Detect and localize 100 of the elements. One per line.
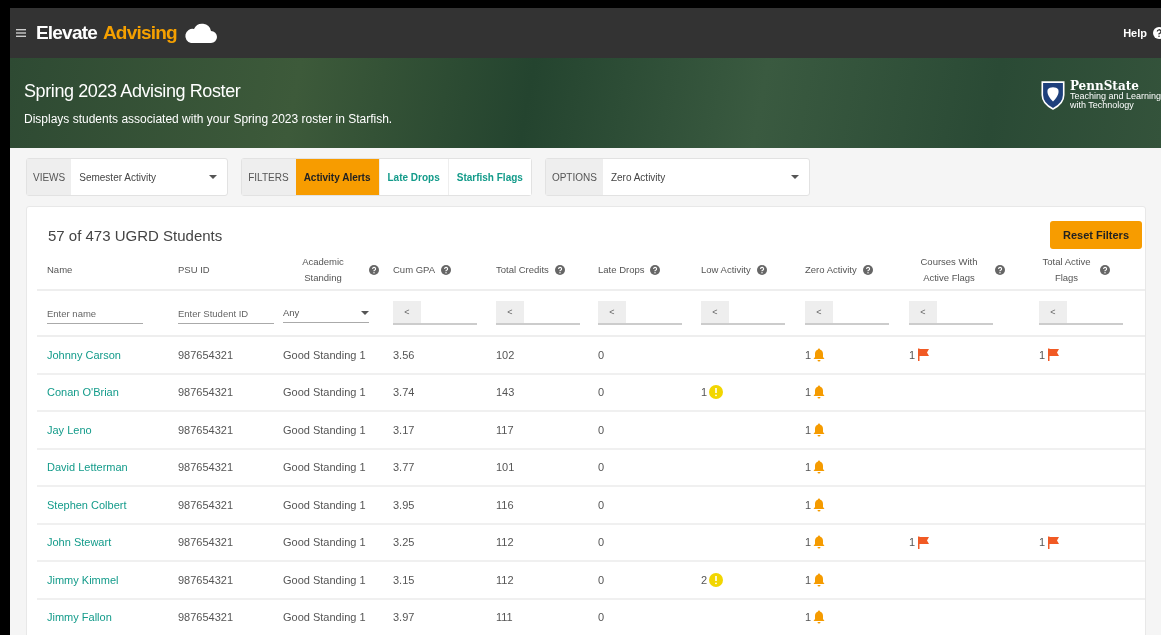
numeric-filter-field[interactable]: < — [598, 301, 682, 325]
standing-select[interactable]: Any — [283, 303, 369, 323]
bell-icon — [813, 610, 826, 625]
options-control[interactable]: OPTIONS Zero Activity — [544, 158, 810, 196]
table-cell: 1 — [805, 386, 812, 399]
help-icon[interactable] — [441, 265, 452, 275]
table-cell: 0 — [598, 423, 605, 436]
warning-icon — [709, 572, 724, 587]
table-cell: 987654321 — [178, 461, 234, 474]
operator-selector[interactable]: < — [1039, 301, 1067, 323]
operator-selector[interactable]: < — [701, 301, 729, 323]
table-cell: 1 — [1039, 536, 1046, 549]
column-header[interactable]: Total Active Flags — [1039, 254, 1094, 286]
bell-icon — [813, 347, 826, 362]
menu-icon[interactable] — [16, 29, 26, 37]
help-icon[interactable] — [1100, 265, 1110, 275]
logo-name: PennState — [1069, 80, 1139, 92]
help-icon[interactable] — [756, 265, 767, 275]
bell-icon — [813, 572, 826, 587]
student-name-link[interactable]: Jimmy Kimmel — [47, 573, 119, 586]
table-cell: 0 — [598, 573, 605, 586]
filter-tab[interactable]: Activity Alerts — [294, 159, 379, 195]
caret-icon — [790, 175, 799, 179]
numeric-filter-field[interactable]: < — [805, 301, 889, 325]
student-name-link[interactable]: John Stewart — [47, 536, 112, 549]
filter-tab[interactable]: Starfish Flags — [447, 159, 531, 195]
numeric-filter-field[interactable]: < — [909, 301, 993, 325]
operator-selector[interactable]: < — [909, 301, 937, 323]
table-cell: Good Standing 1 — [283, 423, 366, 436]
table-cell: 117 — [496, 423, 514, 436]
help-icon[interactable] — [650, 265, 661, 275]
student-name-link[interactable]: Jimmy Fallon — [47, 611, 112, 624]
student-name-link[interactable]: Stephen Colbert — [47, 498, 127, 511]
flag-icon — [1047, 348, 1061, 362]
views-control[interactable]: VIEWS Semester Activity — [26, 158, 229, 196]
table-cell: 1 — [701, 386, 708, 399]
cloud-icon — [182, 22, 217, 44]
column-header[interactable]: Academic Standing — [283, 254, 363, 286]
bell-icon — [813, 460, 826, 475]
operator-selector[interactable]: < — [805, 301, 833, 323]
table-cell: 3.97 — [393, 611, 415, 624]
student-count: 57 of 473 UGRD Students — [48, 226, 223, 244]
logo-tagline: Teaching and Learning — [1069, 92, 1161, 101]
table-cell: 0 — [598, 498, 605, 511]
numeric-filter-field[interactable]: < — [393, 301, 477, 325]
shield-logo-icon — [1039, 80, 1066, 110]
numeric-filter-field[interactable]: < — [496, 301, 580, 325]
reset-filters-button[interactable]: Reset Filters — [1049, 221, 1142, 249]
table-cell: Good Standing 1 — [283, 386, 366, 399]
student-name-link[interactable]: David Letterman — [47, 461, 128, 474]
operator-selector[interactable]: < — [598, 301, 626, 323]
student-name-link[interactable]: Johnny Carson — [47, 348, 121, 361]
table-cell: 112 — [496, 536, 514, 549]
operator-selector[interactable]: < — [496, 301, 524, 323]
column-header[interactable]: Name — [47, 262, 73, 278]
student-name-link[interactable]: Conan O'Brian — [47, 386, 119, 399]
help-link[interactable]: Help — [1123, 27, 1147, 39]
column-header[interactable]: Zero Activity — [805, 262, 857, 278]
student-name-link[interactable]: Jay Leno — [47, 423, 92, 436]
column-header[interactable]: PSU ID — [178, 262, 210, 278]
operator-selector[interactable]: < — [393, 301, 421, 323]
flag-icon — [1047, 535, 1061, 549]
column-header[interactable]: Courses With Active Flags — [909, 254, 989, 286]
column-header[interactable]: Late Drops — [598, 262, 645, 278]
numeric-filter-field[interactable]: < — [1039, 301, 1123, 325]
column-header[interactable]: Total Credits — [496, 262, 549, 278]
caret-icon — [209, 175, 218, 179]
table-cell: 0 — [598, 536, 605, 549]
help-icon[interactable] — [554, 265, 565, 275]
table-cell: 3.95 — [393, 498, 415, 511]
help-icon[interactable] — [862, 265, 873, 275]
column-header[interactable]: Cum GPA — [393, 262, 436, 278]
table-cell: 987654321 — [178, 611, 234, 624]
table-cell: 1 — [805, 611, 812, 624]
table-cell: 1 — [805, 423, 812, 436]
bell-icon — [813, 497, 826, 512]
table-cell: 0 — [598, 386, 605, 399]
table-cell: 3.25 — [393, 536, 415, 549]
table-cell: 1 — [805, 498, 812, 511]
table-cell: 3.77 — [393, 461, 415, 474]
table-cell: 0 — [598, 461, 605, 474]
help-icon[interactable] — [369, 265, 379, 275]
numeric-filter-field[interactable]: < — [701, 301, 785, 325]
column-header[interactable]: Low Activity — [701, 262, 751, 278]
table-cell: 3.56 — [393, 348, 415, 361]
table-cell: 101 — [496, 461, 515, 474]
table-cell: 987654321 — [178, 348, 234, 361]
bell-icon — [813, 385, 826, 400]
help-icon[interactable] — [995, 265, 1005, 275]
table-cell: Good Standing 1 — [283, 498, 366, 511]
table-cell: 0 — [598, 348, 605, 361]
table-cell: 1 — [805, 461, 812, 474]
filters-label: FILTERS — [242, 159, 295, 195]
flag-icon — [917, 535, 931, 549]
table-cell: 3.74 — [393, 386, 415, 399]
table-cell: Good Standing 1 — [283, 461, 366, 474]
warning-icon — [709, 385, 724, 400]
table-cell: 1 — [909, 348, 916, 361]
caret-icon — [361, 310, 369, 315]
logo-tagline: with Technology — [1069, 101, 1134, 110]
